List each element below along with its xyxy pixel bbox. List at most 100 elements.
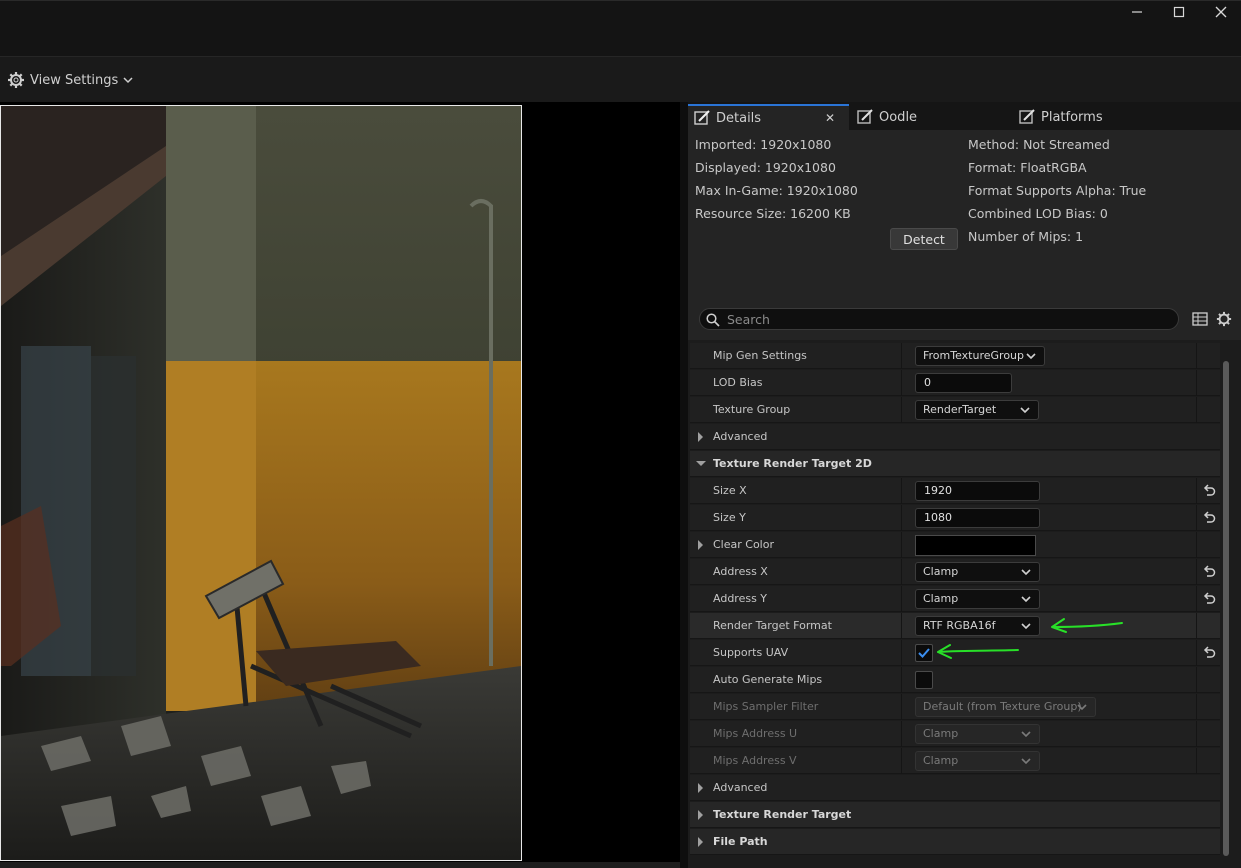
chevron-down-icon [1021,758,1031,765]
chevron-down-icon [1021,569,1031,576]
row-supports-uav: Supports UAV [690,640,1220,666]
tab-details[interactable]: Details ✕ [688,104,849,130]
reset-to-default-icon[interactable] [1202,484,1216,498]
panel-splitter[interactable] [680,102,688,868]
texture-group-dropdown[interactable]: RenderTarget [915,400,1039,420]
dropdown-value: FromTextureGroup [923,349,1025,362]
row-lod-bias: LOD Bias 0 [690,370,1220,396]
mips-address-u-dropdown[interactable]: Clamp [915,724,1040,744]
method: Method: Not Streamed [968,137,1110,152]
property-label: Texture Group [713,403,791,416]
chevron-down-icon [1021,596,1031,603]
tab-label: Details [716,110,762,126]
texture-preview-image [0,105,522,861]
property-label: Advanced [713,781,768,794]
tab-label: Oodle [879,109,918,125]
viewport-bottom-strip [0,862,680,868]
size-x-input[interactable]: 1920 [915,481,1040,501]
supports-uav-checkbox[interactable] [915,644,933,662]
expand-arrow-icon[interactable] [698,540,703,550]
row-texture-group: Texture Group RenderTarget [690,397,1220,423]
details-panel: Details ✕ Oodle Platforms Imported: 1920… [688,102,1241,868]
expand-arrow-icon[interactable] [698,837,703,847]
maximize-button[interactable] [1164,5,1194,25]
combined-lod-bias: Combined LOD Bias: 0 [968,206,1108,221]
property-label: Address Y [713,592,768,605]
auto-generate-mips-checkbox[interactable] [915,671,933,689]
chevron-down-icon [1021,623,1031,630]
chevron-down-icon [123,77,133,84]
property-label: Size Y [713,511,746,524]
displayed-size: Displayed: 1920x1080 [695,160,836,175]
maximize-icon [1173,6,1185,18]
property-label: Address X [713,565,768,578]
address-y-dropdown[interactable]: Clamp [915,589,1040,609]
table-view-icon[interactable] [1192,311,1208,327]
chevron-down-icon [1077,704,1087,711]
category-texture-render-target-2d[interactable]: Texture Render Target 2D [690,451,1220,477]
property-label: Auto Generate Mips [713,673,823,686]
reset-to-default-icon[interactable] [1202,646,1216,660]
pencil-icon [694,110,710,125]
number-of-mips: Number of Mips: 1 [968,229,1084,244]
render-target-format-dropdown[interactable]: RTF RGBA16f [915,616,1040,636]
gear-icon [8,72,24,88]
row-advanced-1[interactable]: Advanced [690,424,1220,450]
row-advanced-2[interactable]: Advanced [690,775,1220,801]
texture-viewport[interactable] [0,102,680,862]
detect-button[interactable]: Detect [890,228,958,250]
tab-platforms[interactable]: Platforms [1013,104,1213,130]
pencil-icon [857,109,873,124]
category-label: Texture Render Target [713,808,852,821]
category-texture-render-target[interactable]: Texture Render Target [690,802,1220,828]
view-settings-button[interactable]: View Settings [7,70,139,90]
row-size-y: Size Y 1080 [690,505,1220,531]
search-box[interactable] [699,308,1179,330]
size-y-input[interactable]: 1080 [915,508,1040,528]
address-x-dropdown[interactable]: Clamp [915,562,1040,582]
dropdown-value: Clamp [923,727,959,740]
clear-color-swatch[interactable] [915,535,1036,556]
tab-oodle[interactable]: Oodle [851,104,1011,130]
close-icon [1215,6,1227,18]
row-mips-sampler-filter: Mips Sampler Filter Default (from Textur… [690,694,1220,720]
row-address-x: Address X Clamp [690,559,1220,585]
dropdown-value: RTF RGBA16f [923,619,996,632]
category-file-path[interactable]: File Path [690,829,1220,855]
reset-to-default-icon[interactable] [1202,565,1216,579]
lod-bias-input[interactable]: 0 [915,373,1012,393]
pencil-icon [1019,109,1035,124]
property-label: Mip Gen Settings [713,349,807,362]
property-label: Render Target Format [713,619,832,632]
close-tab-icon[interactable]: ✕ [825,111,835,125]
chevron-down-icon [1020,407,1030,414]
texture-info: Imported: 1920x1080 Displayed: 1920x1080… [688,130,1241,300]
viewport-toolbar: View Settings [0,56,1241,102]
mip-gen-settings-dropdown[interactable]: FromTextureGroup [915,346,1045,366]
row-render-target-format: Render Target Format RTF RGBA16f [690,613,1220,639]
expand-arrow-icon[interactable] [698,783,703,793]
dropdown-value: Default (from Texture Group) [923,700,1082,713]
row-auto-generate-mips: Auto Generate Mips [690,667,1220,693]
category-label: Texture Render Target 2D [713,457,872,470]
property-label: Mips Address V [713,754,797,767]
collapse-arrow-icon[interactable] [696,461,706,466]
mips-sampler-filter-dropdown[interactable]: Default (from Texture Group) [915,697,1096,717]
dropdown-value: RenderTarget [923,403,997,416]
reset-to-default-icon[interactable] [1202,511,1216,525]
reset-to-default-icon[interactable] [1202,592,1216,606]
mips-address-v-dropdown[interactable]: Clamp [915,751,1040,771]
expand-arrow-icon[interactable] [698,432,703,442]
property-label: Supports UAV [713,646,789,659]
search-input[interactable] [727,310,1167,328]
expand-arrow-icon[interactable] [698,810,703,820]
chevron-down-icon [1021,731,1031,738]
property-scrollbar[interactable] [1223,361,1229,856]
resource-size: Resource Size: 16200 KB [695,206,851,221]
property-label: Size X [713,484,747,497]
close-window-button[interactable] [1206,5,1236,25]
dropdown-value: Clamp [923,565,959,578]
search-icon [706,313,720,327]
settings-gear-icon[interactable] [1216,311,1232,327]
minimize-button[interactable] [1122,5,1152,25]
